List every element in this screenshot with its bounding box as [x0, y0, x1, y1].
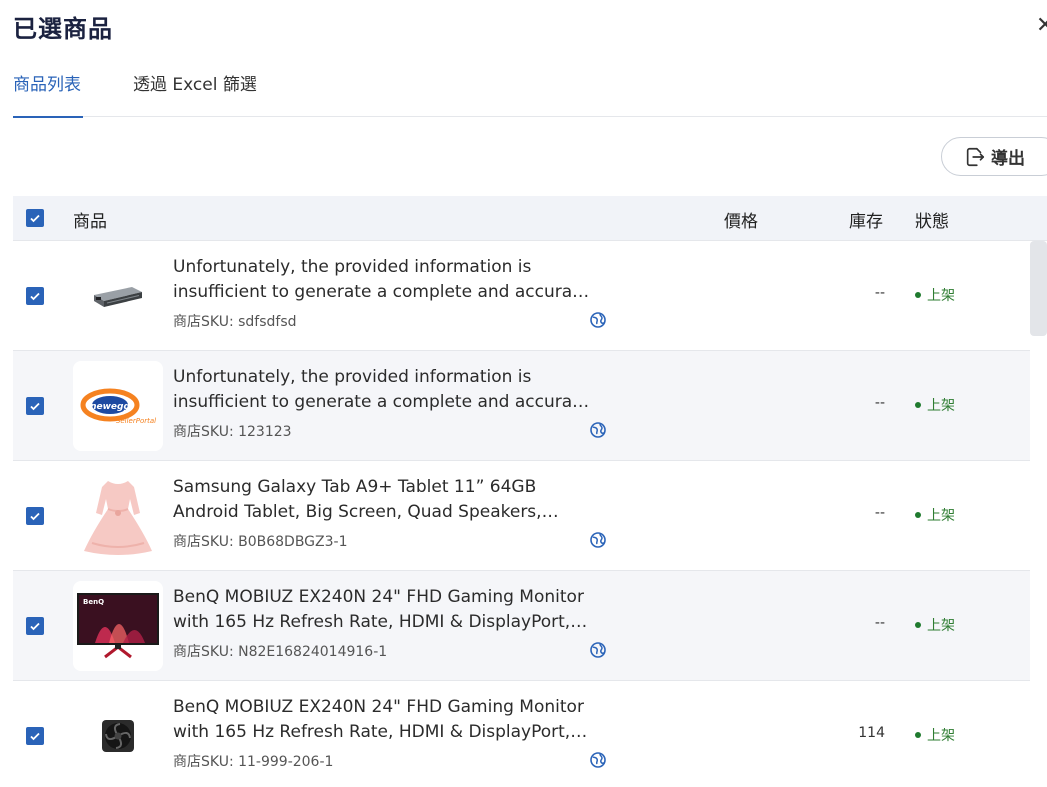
product-sku: 商店SKU: N82E16824014916-1: [173, 644, 388, 660]
seller-portal-wordmark: SellerPortal: [116, 417, 156, 425]
product-stock: --: [874, 505, 885, 521]
product-thumbnail-newegg[interactable]: newegg SellerPortal: [73, 361, 163, 451]
product-thumbnail-monitor[interactable]: BenQ: [73, 581, 163, 671]
status-badge: 上架: [915, 285, 955, 305]
product-thumbnail-fan[interactable]: [73, 691, 163, 781]
vertical-scrollbar[interactable]: [1030, 241, 1047, 787]
server-rack-image: [94, 287, 142, 307]
product-sku: 商店SKU: sdfsdfsd: [173, 314, 297, 330]
tab-excel-filter[interactable]: 透過 Excel 篩選: [133, 72, 257, 117]
status-dot-icon: [915, 622, 921, 628]
row-checkbox[interactable]: [26, 507, 44, 525]
benq-wordmark: BenQ: [83, 598, 104, 606]
table-header: 商品 價格 庫存 狀態: [13, 196, 1047, 241]
product-sku: 商店SKU: 11-999-206-1: [173, 754, 334, 770]
table-row: BenQ MOBIUZ EX240N 24" FHD Gaming Monito…: [13, 681, 1030, 787]
status-dot-icon: [915, 512, 921, 518]
status-badge: 上架: [915, 615, 955, 635]
header-status: 狀態: [915, 212, 949, 232]
status-badge: 上架: [915, 505, 955, 525]
status-label: 上架: [927, 618, 955, 634]
row-checkbox[interactable]: [26, 397, 44, 415]
select-all-checkbox[interactable]: [26, 209, 44, 227]
export-icon: [964, 146, 986, 168]
export-button[interactable]: 導出: [941, 137, 1047, 176]
product-thumbnail-dress[interactable]: [73, 471, 163, 561]
status-badge: 上架: [915, 395, 955, 415]
product-stock: --: [874, 395, 885, 411]
export-label: 導出: [991, 149, 1025, 169]
status-label: 上架: [927, 728, 955, 744]
row-checkbox[interactable]: [26, 287, 44, 305]
product-thumbnail-server[interactable]: [73, 251, 163, 341]
table-row: BenQ BenQ MOBIUZ EX240N 24" FHD Gaming M…: [13, 571, 1030, 681]
product-stock: --: [874, 285, 885, 301]
check-icon: [30, 402, 40, 411]
check-icon: [30, 214, 40, 223]
status-label: 上架: [927, 508, 955, 524]
product-name[interactable]: Samsung Galaxy Tab A9+ Tablet 11” 64GB A…: [173, 475, 593, 525]
check-icon: [30, 622, 40, 631]
table-row: Unfortunately, the provided information …: [13, 241, 1030, 351]
check-icon: [30, 732, 40, 741]
globe-icon[interactable]: [590, 642, 606, 658]
globe-icon[interactable]: [590, 532, 606, 548]
status-label: 上架: [927, 288, 955, 304]
globe-icon[interactable]: [590, 752, 606, 768]
newegg-wordmark: newegg: [90, 402, 130, 412]
header-price[interactable]: 價格: [724, 207, 758, 232]
newegg-logo-image: newegg SellerPortal: [80, 388, 156, 425]
status-label: 上架: [927, 398, 955, 414]
product-name[interactable]: Unfortunately, the provided information …: [173, 365, 593, 415]
product-sku: 商店SKU: 123123: [173, 424, 292, 440]
product-stock: --: [874, 615, 885, 631]
row-checkbox[interactable]: [26, 727, 44, 745]
row-checkbox[interactable]: [26, 617, 44, 635]
dialog-title: 已選商品: [13, 15, 113, 43]
table-row: newegg SellerPortal Unfortunately, the p…: [13, 351, 1030, 461]
header-stock[interactable]: 庫存: [849, 207, 883, 232]
pink-dress-image: [84, 481, 152, 555]
scrollbar-thumb[interactable]: [1030, 241, 1047, 336]
product-table-body: Unfortunately, the provided information …: [13, 241, 1030, 787]
product-sku: 商店SKU: B0B68DBGZ3-1: [173, 534, 348, 550]
product-name[interactable]: Unfortunately, the provided information …: [173, 255, 593, 305]
case-fan-image: [102, 720, 134, 752]
status-dot-icon: [915, 292, 921, 298]
status-dot-icon: [915, 732, 921, 738]
product-stock: 114: [858, 725, 885, 741]
status-dot-icon: [915, 402, 921, 408]
globe-icon[interactable]: [590, 422, 606, 438]
benq-monitor-image: BenQ: [77, 593, 159, 659]
globe-icon[interactable]: [590, 312, 606, 328]
tab-bar: 商品列表 透過 Excel 篩選: [13, 72, 1047, 118]
tab-product-list[interactable]: 商品列表: [13, 72, 83, 118]
product-name[interactable]: BenQ MOBIUZ EX240N 24" FHD Gaming Monito…: [173, 695, 593, 745]
check-icon: [30, 512, 40, 521]
table-row: Samsung Galaxy Tab A9+ Tablet 11” 64GB A…: [13, 461, 1030, 571]
status-badge: 上架: [915, 725, 955, 745]
product-name[interactable]: BenQ MOBIUZ EX240N 24" FHD Gaming Monito…: [173, 585, 593, 635]
close-icon[interactable]: ✕: [1036, 14, 1047, 38]
check-icon: [30, 292, 40, 301]
header-product: 商品: [73, 212, 107, 232]
